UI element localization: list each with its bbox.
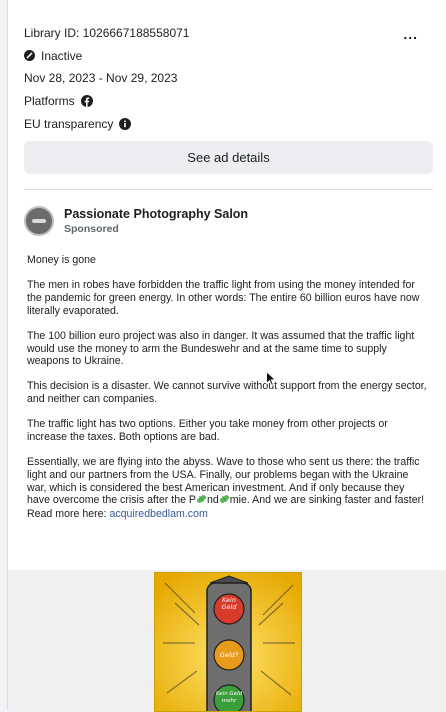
facebook-icon [80, 95, 93, 108]
advertiser-name[interactable]: Passionate Photography Salon [64, 206, 248, 222]
library-id: Library ID: 1026667188558071 [24, 26, 190, 41]
advertiser-link[interactable]: acquiredbedlam.com [109, 508, 207, 520]
ad-paragraph: Money is gone [27, 254, 96, 266]
divider [24, 189, 433, 190]
more-options-button[interactable]: ... [403, 26, 418, 42]
ad-paragraph: Essentially, we are flying into the abys… [27, 456, 425, 521]
ad-paragraph: The traffic light has two options. Eithe… [27, 418, 388, 444]
mouse-cursor-icon [266, 370, 277, 392]
pill-emoji-icon [219, 494, 230, 508]
see-ad-details-button[interactable]: See ad details [24, 141, 433, 174]
ad-media-area: Kein Geld Geld? Kein Geld mehr [8, 570, 446, 712]
status-text: Inactive [41, 48, 83, 63]
status-row: Inactive [24, 45, 434, 68]
ad-paragraph: The 100 billion euro project was also in… [27, 329, 415, 368]
advertiser-header: Passionate Photography Salon Sponsored [24, 206, 248, 236]
sponsored-label: Sponsored [64, 223, 119, 235]
date-range: Nov 28, 2023 - Nov 29, 2023 [24, 71, 178, 86]
ad-body-text: Money is gone The men in robes have forb… [27, 254, 427, 533]
light-green-label: Kein Geld mehr [215, 691, 243, 704]
platforms-row: Platforms [24, 90, 434, 113]
ad-media-image[interactable]: Kein Geld Geld? Kein Geld mehr [154, 572, 302, 712]
ad-meta: Library ID: 1026667188558071 Inactive No… [24, 22, 434, 135]
ad-paragraph: The men in robes have forbidden the traf… [27, 279, 420, 317]
inactive-icon [24, 50, 35, 62]
light-red-label: Kein Geld [221, 596, 237, 611]
pill-emoji-icon [196, 494, 207, 508]
advertiser-avatar[interactable] [24, 206, 54, 236]
info-icon[interactable] [119, 117, 132, 130]
light-yellow-label: Geld? [219, 651, 239, 659]
eu-transparency-row[interactable]: EU transparency [24, 112, 434, 135]
ad-paragraph: This decision is a disaster. We cannot s… [27, 380, 427, 406]
ad-card: Library ID: 1026667188558071 Inactive No… [7, 0, 446, 712]
